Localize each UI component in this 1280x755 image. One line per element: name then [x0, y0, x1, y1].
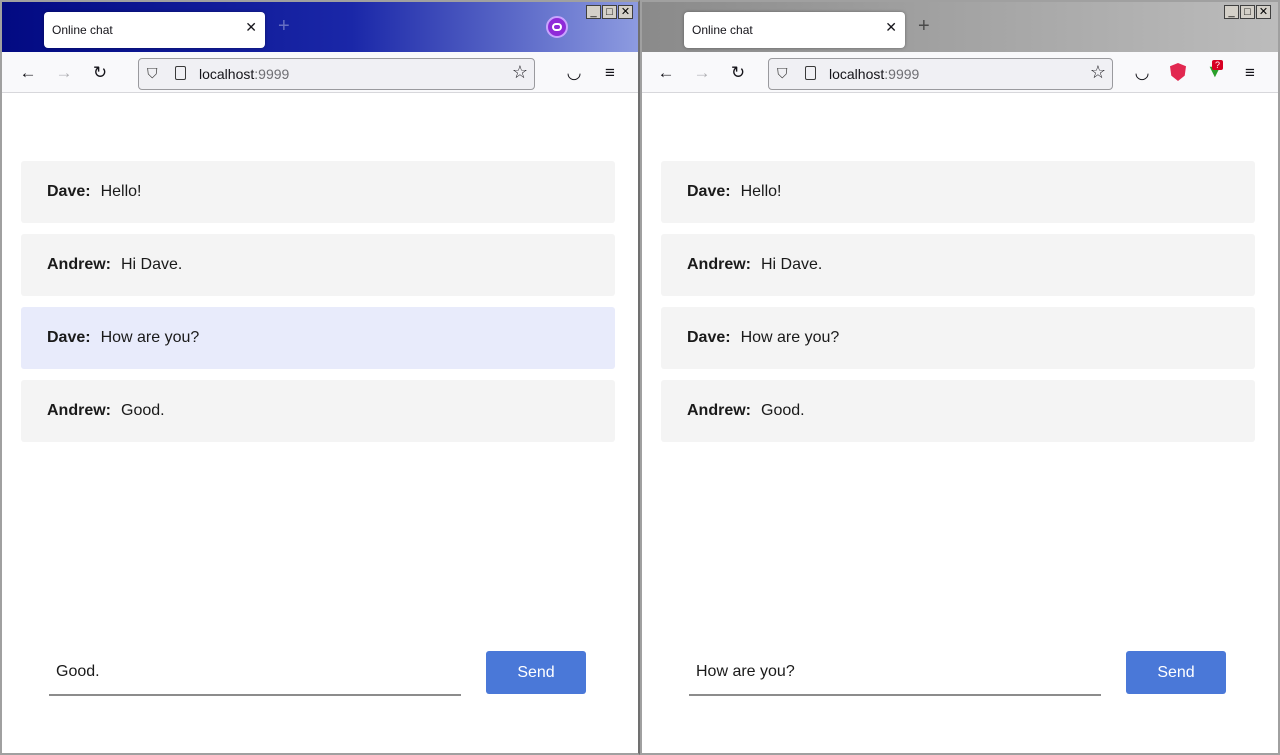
back-icon[interactable]: ←	[654, 61, 678, 85]
new-tab-icon[interactable]: +	[278, 15, 290, 38]
bookmark-star-icon[interactable]: ☆	[512, 62, 528, 83]
message-input-wrapper	[689, 650, 1101, 696]
message-author: Andrew:	[47, 402, 111, 419]
back-icon[interactable]: ←	[16, 61, 40, 85]
close-window-button[interactable]: ✕	[618, 5, 633, 19]
message-item: Andrew: Hi Dave.	[661, 234, 1255, 296]
message-input[interactable]	[49, 650, 461, 694]
message-text: Hello!	[740, 183, 782, 200]
message-text: Hello!	[100, 183, 142, 200]
tab-online-chat[interactable]: Online chat ✕	[44, 12, 265, 48]
message-author: Dave:	[47, 329, 91, 346]
message-item: Dave: Hello!	[21, 161, 615, 223]
ublock-extension-icon[interactable]	[1170, 63, 1186, 81]
reload-icon[interactable]: ↻	[726, 61, 750, 85]
message-item: Andrew: Hi Dave.	[21, 234, 615, 296]
message-item-highlighted: Dave: How are you?	[21, 307, 615, 369]
page-icon	[805, 66, 816, 80]
browser-window-left: Online chat ✕ + _ □ ✕ ← → ↻ ⛉ localhost:…	[0, 0, 640, 755]
bookmark-star-icon[interactable]: ☆	[1090, 62, 1106, 83]
url-host: localhost	[199, 66, 255, 82]
send-button[interactable]: Send	[486, 651, 586, 694]
close-window-button[interactable]: ✕	[1256, 5, 1271, 19]
url-bar[interactable]: ⛉ localhost:9999 ☆	[138, 58, 535, 90]
message-text: How are you?	[740, 329, 840, 346]
browser-window-right: Online chat ✕ + _ □ ✕ ← → ↻ ⛉ localhost:…	[640, 0, 1280, 755]
minimize-button[interactable]: _	[586, 5, 601, 19]
message-text: Hi Dave.	[121, 256, 183, 273]
message-author: Andrew:	[687, 402, 751, 419]
send-button[interactable]: Send	[1126, 651, 1226, 694]
forward-icon[interactable]: →	[690, 61, 714, 85]
message-item: Dave: How are you?	[661, 307, 1255, 369]
forward-icon[interactable]: →	[52, 61, 76, 85]
reload-icon[interactable]: ↻	[88, 61, 112, 85]
message-text: Hi Dave.	[761, 256, 823, 273]
message-input-wrapper	[49, 650, 461, 696]
message-text: How are you?	[100, 329, 200, 346]
new-tab-icon[interactable]: +	[918, 15, 930, 38]
pocket-icon[interactable]: ◡	[1130, 61, 1154, 85]
message-item: Andrew: Good.	[661, 380, 1255, 442]
message-author: Dave:	[47, 183, 91, 200]
message-author: Dave:	[687, 329, 731, 346]
page-icon	[175, 66, 186, 80]
menu-icon[interactable]: ≡	[1238, 61, 1262, 85]
chat-page: Dave: Hello! Andrew: Hi Dave. Dave: How …	[642, 94, 1278, 753]
menu-icon[interactable]: ≡	[598, 61, 622, 85]
tab-close-icon[interactable]: ✕	[885, 19, 897, 36]
url-text: localhost:9999	[829, 66, 919, 82]
shield-icon[interactable]: ⛉	[777, 65, 793, 83]
tab-title: Online chat	[692, 23, 753, 37]
message-text: Good.	[761, 402, 805, 419]
url-host: localhost	[829, 66, 885, 82]
pocket-icon[interactable]: ◡	[562, 61, 586, 85]
url-text: localhost:9999	[199, 66, 289, 82]
message-input[interactable]	[689, 650, 1101, 694]
message-author: Andrew:	[47, 256, 111, 273]
message-item: Dave: Hello!	[661, 161, 1255, 223]
tab-close-icon[interactable]: ✕	[245, 19, 257, 36]
title-bar: Online chat ✕ + _ □ ✕	[2, 2, 638, 52]
message-text: Good.	[121, 402, 165, 419]
nav-toolbar: ← → ↻ ⛉ localhost:9999 ☆ ◡ ▼ ? ≡	[642, 52, 1278, 93]
shield-icon[interactable]: ⛉	[147, 65, 163, 83]
url-bar[interactable]: ⛉ localhost:9999 ☆	[768, 58, 1113, 90]
url-port: :9999	[884, 66, 920, 82]
url-port: :9999	[254, 66, 290, 82]
private-browsing-icon	[546, 16, 568, 38]
message-author: Dave:	[687, 183, 731, 200]
message-author: Andrew:	[687, 256, 751, 273]
message-item: Andrew: Good.	[21, 380, 615, 442]
minimize-button[interactable]: _	[1224, 5, 1239, 19]
chat-page: Dave: Hello! Andrew: Hi Dave. Dave: How …	[2, 94, 638, 753]
download-badge: ?	[1212, 60, 1224, 70]
title-bar: Online chat ✕ + _ □ ✕	[642, 2, 1278, 52]
maximize-button[interactable]: □	[602, 5, 617, 19]
tab-online-chat[interactable]: Online chat ✕	[684, 12, 905, 48]
maximize-button[interactable]: □	[1240, 5, 1255, 19]
tab-title: Online chat	[52, 23, 113, 37]
nav-toolbar: ← → ↻ ⛉ localhost:9999 ☆ ◡ ≡	[2, 52, 638, 93]
